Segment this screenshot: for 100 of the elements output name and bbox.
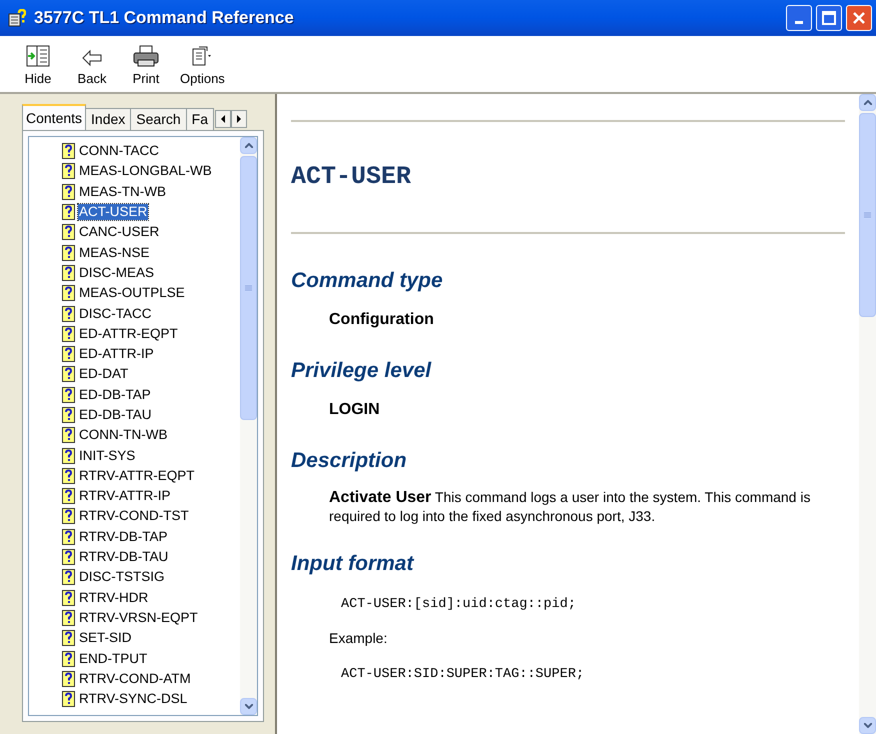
help-page-icon: [62, 569, 75, 586]
tree-item[interactable]: RTRV-ATTR-IP: [78, 488, 172, 504]
help-page-icon: [62, 468, 75, 484]
help-page-icon: [62, 670, 75, 687]
scrollbar[interactable]: [859, 94, 876, 734]
printer-icon: [133, 44, 159, 66]
tab[interactable]: Contents: [22, 104, 86, 130]
help-page-icon: [62, 306, 75, 322]
section-heading: Privilege level: [291, 358, 432, 384]
help-page-icon: [62, 386, 75, 403]
field-value: Configuration: [329, 310, 435, 330]
scroll-up-button[interactable]: [859, 94, 876, 111]
help-page-icon: [62, 224, 75, 240]
tree-item[interactable]: MEAS-TN-WB: [78, 184, 167, 200]
tab-scroll-left-button[interactable]: [215, 110, 231, 128]
help-page-icon: [62, 549, 75, 566]
help-page-icon: [62, 590, 75, 606]
section-heading: Description: [291, 448, 408, 474]
tree-item[interactable]: ED-ATTR-IP: [78, 346, 155, 362]
tree-item[interactable]: CONN-TACC: [78, 143, 160, 160]
toolbar-button[interactable]: Back: [72, 48, 112, 88]
caret-left-icon: [221, 115, 225, 123]
tree-item[interactable]: DISC-TACC: [78, 306, 152, 322]
caret-right-icon: [237, 115, 241, 123]
help-page-icon: [62, 204, 75, 220]
tree-item[interactable]: ED-DAT: [78, 366, 130, 382]
field-value: LOGIN: [329, 400, 381, 420]
minimize-button[interactable]: [786, 5, 812, 31]
tree-item[interactable]: RTRV-ATTR-EQPT: [78, 468, 196, 484]
section-heading: Input format: [291, 550, 416, 576]
code-line: ACT-USER:SID:SUPER:TAG::SUPER;: [341, 666, 586, 684]
tree-item[interactable]: RTRV-SYNC-DSL: [78, 691, 188, 708]
page-title: ACT-USER: [291, 161, 412, 193]
tree-item[interactable]: DISC-MEAS: [78, 264, 156, 281]
window-title: 3577C TL1 Command Reference: [34, 7, 295, 30]
scroll-up-button[interactable]: [240, 137, 257, 154]
help-page-icon: [62, 407, 75, 423]
tree-item[interactable]: END-TPUT: [78, 650, 148, 667]
caret-up-icon: [244, 143, 252, 148]
help-page-icon: [62, 528, 75, 545]
help-page-icon: [62, 508, 75, 524]
close-button[interactable]: [846, 5, 872, 31]
tree-item[interactable]: ED-DB-TAU: [78, 407, 152, 423]
toolbar-button[interactable]: Hide: [18, 44, 58, 88]
grip-icon: [245, 284, 252, 292]
scroll-thumb[interactable]: [859, 113, 876, 317]
paragraph: Example:: [329, 628, 388, 647]
toolbar-button[interactable]: Print: [126, 44, 166, 88]
scroll-down-button[interactable]: [859, 717, 876, 734]
caret-down-icon: [864, 723, 872, 728]
help-page-icon: [62, 143, 75, 160]
tree-item[interactable]: DISC-TSTSIG: [78, 569, 166, 586]
grip-icon: [864, 212, 871, 218]
tree-item[interactable]: CONN-TN-WB: [78, 427, 168, 444]
help-page-icon: [62, 326, 75, 342]
tree-item[interactable]: MEAS-NSE: [78, 244, 151, 261]
tab-scroll-right-button[interactable]: [231, 110, 247, 128]
close-icon: [853, 12, 865, 24]
caret-up-icon: [864, 100, 872, 105]
toolbar-button[interactable]: Options: [180, 44, 225, 88]
help-page-icon: [62, 366, 75, 382]
maximize-button[interactable]: [816, 5, 842, 31]
tree-item[interactable]: RTRV-VRSN-EQPT: [78, 610, 199, 626]
tree-item[interactable]: ED-DB-TAP: [78, 386, 152, 403]
tree-item[interactable]: RTRV-DB-TAP: [78, 528, 169, 545]
help-page-icon: [62, 650, 75, 667]
minimize-icon: [795, 21, 803, 24]
help-page-icon: [62, 184, 75, 200]
help-page-icon: [62, 691, 75, 708]
tree-item[interactable]: RTRV-COND-TST: [78, 508, 190, 524]
help-page-icon: [62, 285, 75, 302]
scroll-thumb[interactable]: [240, 156, 257, 420]
maximize-icon: [822, 11, 836, 25]
tree-item[interactable]: MEAS-LONGBAL-WB: [78, 163, 213, 180]
help-page-icon: [62, 264, 75, 281]
tree-item[interactable]: MEAS-OUTPLSE: [78, 285, 186, 302]
code-line: ACT-USER:[sid]:uid:ctag::pid;: [341, 596, 577, 614]
tab[interactable]: Index: [85, 108, 132, 130]
tree-item[interactable]: ED-ATTR-EQPT: [78, 326, 179, 342]
hide-pane-icon: [26, 44, 50, 66]
tree-item[interactable]: CANC-USER: [78, 224, 160, 240]
back-arrow-icon: [81, 48, 103, 66]
tab[interactable]: Search: [130, 108, 187, 130]
scrollbar[interactable]: [240, 137, 257, 715]
tree-item[interactable]: ACT-USER: [78, 204, 148, 220]
help-page-icon: [62, 427, 75, 444]
tree-item[interactable]: RTRV-COND-ATM: [78, 670, 192, 687]
help-page-icon: [62, 163, 75, 180]
caret-down-icon: [244, 704, 252, 709]
tree-item[interactable]: RTRV-HDR: [78, 590, 150, 606]
tree-item[interactable]: RTRV-DB-TAU: [78, 549, 170, 566]
help-page-icon: [62, 630, 75, 646]
section-heading: Command type: [291, 268, 444, 294]
scroll-down-button[interactable]: [240, 698, 257, 715]
help-book-icon: [8, 9, 26, 27]
help-page-icon: [62, 346, 75, 362]
tab[interactable]: Fa: [186, 108, 214, 130]
tree-item[interactable]: SET-SID: [78, 630, 133, 646]
tree-item[interactable]: INIT-SYS: [78, 448, 136, 464]
help-page-icon: [62, 448, 75, 464]
